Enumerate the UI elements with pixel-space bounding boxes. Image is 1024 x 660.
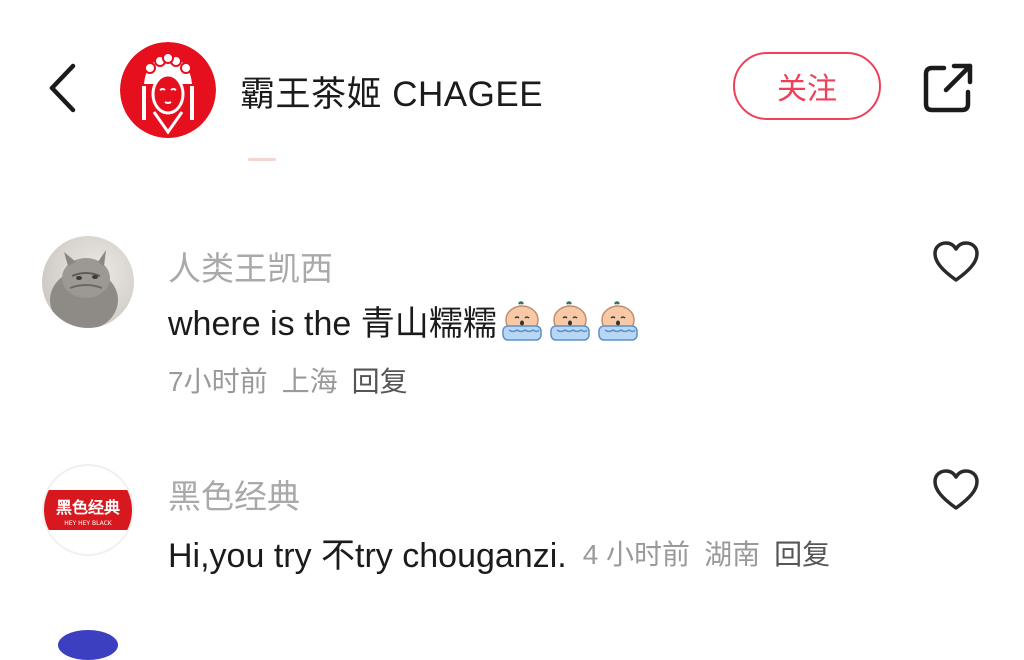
reply-button[interactable]: 回复 (774, 533, 830, 573)
share-icon[interactable] (916, 56, 980, 120)
divider (248, 158, 276, 161)
brand-avatar[interactable] (120, 42, 216, 138)
comment-username[interactable]: 人类王凯西 (168, 242, 333, 290)
avatar-logo-subtext: HEY HEY BLACK (64, 520, 113, 527)
comment-location: 湖南 (704, 538, 761, 570)
comment-username[interactable]: 黑色经典 (168, 470, 300, 518)
comment-meta: 4 小时前 湖南 回复 (583, 533, 830, 573)
crying-emoji-icon (499, 300, 545, 342)
top-bar: 霸王茶姬 CHAGEE 关注 (0, 0, 1024, 161)
avatar-logo-text: 黑色经典 (56, 498, 120, 517)
avatar[interactable]: 黑色经典 HEY HEY BLACK (42, 464, 134, 556)
comment-time: 4 小时前 (582, 538, 691, 570)
comment-text: Hi,you try 不try chouganzi. 4 小时前 湖南 回复 (168, 528, 830, 577)
comment-location: 上海 (281, 366, 338, 397)
comment-text: where is the 青山糯糯 (168, 296, 641, 345)
heart-icon[interactable] (932, 468, 980, 512)
comment-meta: 7小时前 上海 回复 (168, 360, 408, 400)
reply-button[interactable]: 回复 (352, 360, 408, 400)
comment-body: where is the 青山糯糯 (168, 305, 497, 343)
heart-icon[interactable] (932, 240, 980, 284)
crying-emoji-icon (595, 300, 641, 342)
back-icon[interactable] (40, 60, 90, 116)
follow-button[interactable]: 关注 (733, 52, 881, 120)
next-comment-avatar (58, 630, 118, 660)
comment-body: Hi,you try 不try chouganzi. (168, 537, 567, 575)
avatar[interactable] (42, 236, 134, 328)
brand-name: 霸王茶姬 CHAGEE (240, 75, 544, 114)
crying-emoji-icon (547, 300, 593, 342)
comment-time: 7小时前 (168, 366, 268, 397)
